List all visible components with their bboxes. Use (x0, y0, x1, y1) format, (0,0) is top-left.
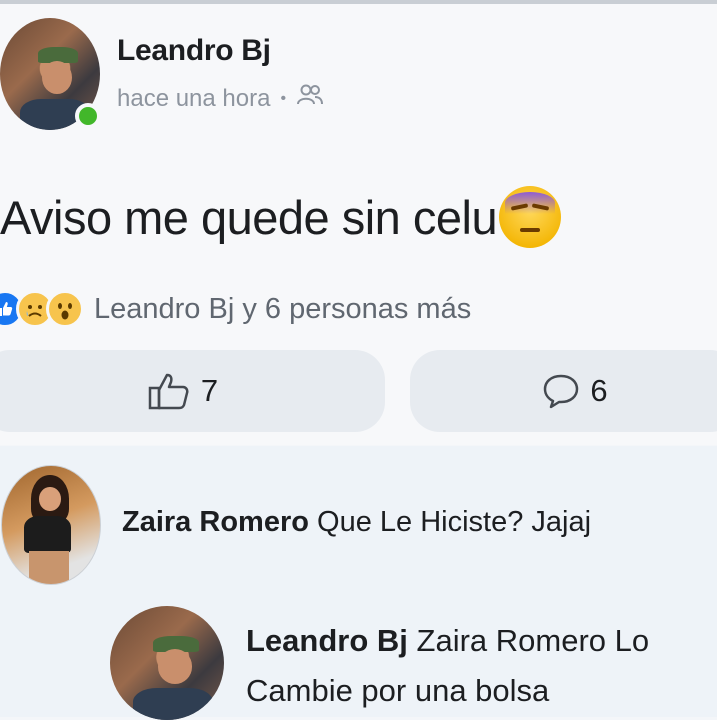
comment-text: Que Le Hiciste? Jajaj (317, 506, 592, 538)
reply-author[interactable]: Leandro Bj (246, 623, 408, 658)
reply-text-line1: Zaira Romero Lo (416, 623, 650, 658)
reactions-summary-text: Leandro Bj y 6 personas más (94, 292, 472, 325)
comment-count: 6 (590, 373, 608, 408)
reply-text-line2: Cambie por una bolsa (246, 673, 550, 708)
separator-dot: • (280, 89, 287, 107)
comment-author[interactable]: Zaira Romero (122, 506, 309, 538)
reply-item: Leandro Bj Zaira Romero Lo (246, 623, 649, 659)
post-text-content: Aviso me quede sin celu (0, 190, 498, 244)
like-count: 7 (200, 373, 219, 408)
post-text: Aviso me quede sin celu (0, 186, 562, 248)
like-button[interactable]: 7 (0, 350, 385, 432)
commenter-avatar-leandro[interactable] (110, 606, 224, 720)
comment-button[interactable]: 6 (410, 350, 717, 432)
post-meta: hace una hora • (117, 84, 324, 113)
wow-reaction-icon (46, 290, 84, 328)
comment-item: Zaira Romero Que Le Hiciste? Jajaj (122, 506, 591, 539)
comment-bubble-icon (542, 373, 580, 409)
post-time[interactable]: hace una hora (117, 85, 270, 113)
post-author-name[interactable]: Leandro Bj (117, 34, 271, 68)
commenter-avatar-zaira[interactable] (1, 465, 101, 585)
reactions-summary[interactable]: Leandro Bj y 6 personas más (0, 290, 471, 328)
thumbs-up-icon (147, 371, 191, 411)
weary-face-emoji (499, 186, 562, 248)
online-status-dot (75, 103, 101, 129)
friends-icon (296, 84, 324, 113)
